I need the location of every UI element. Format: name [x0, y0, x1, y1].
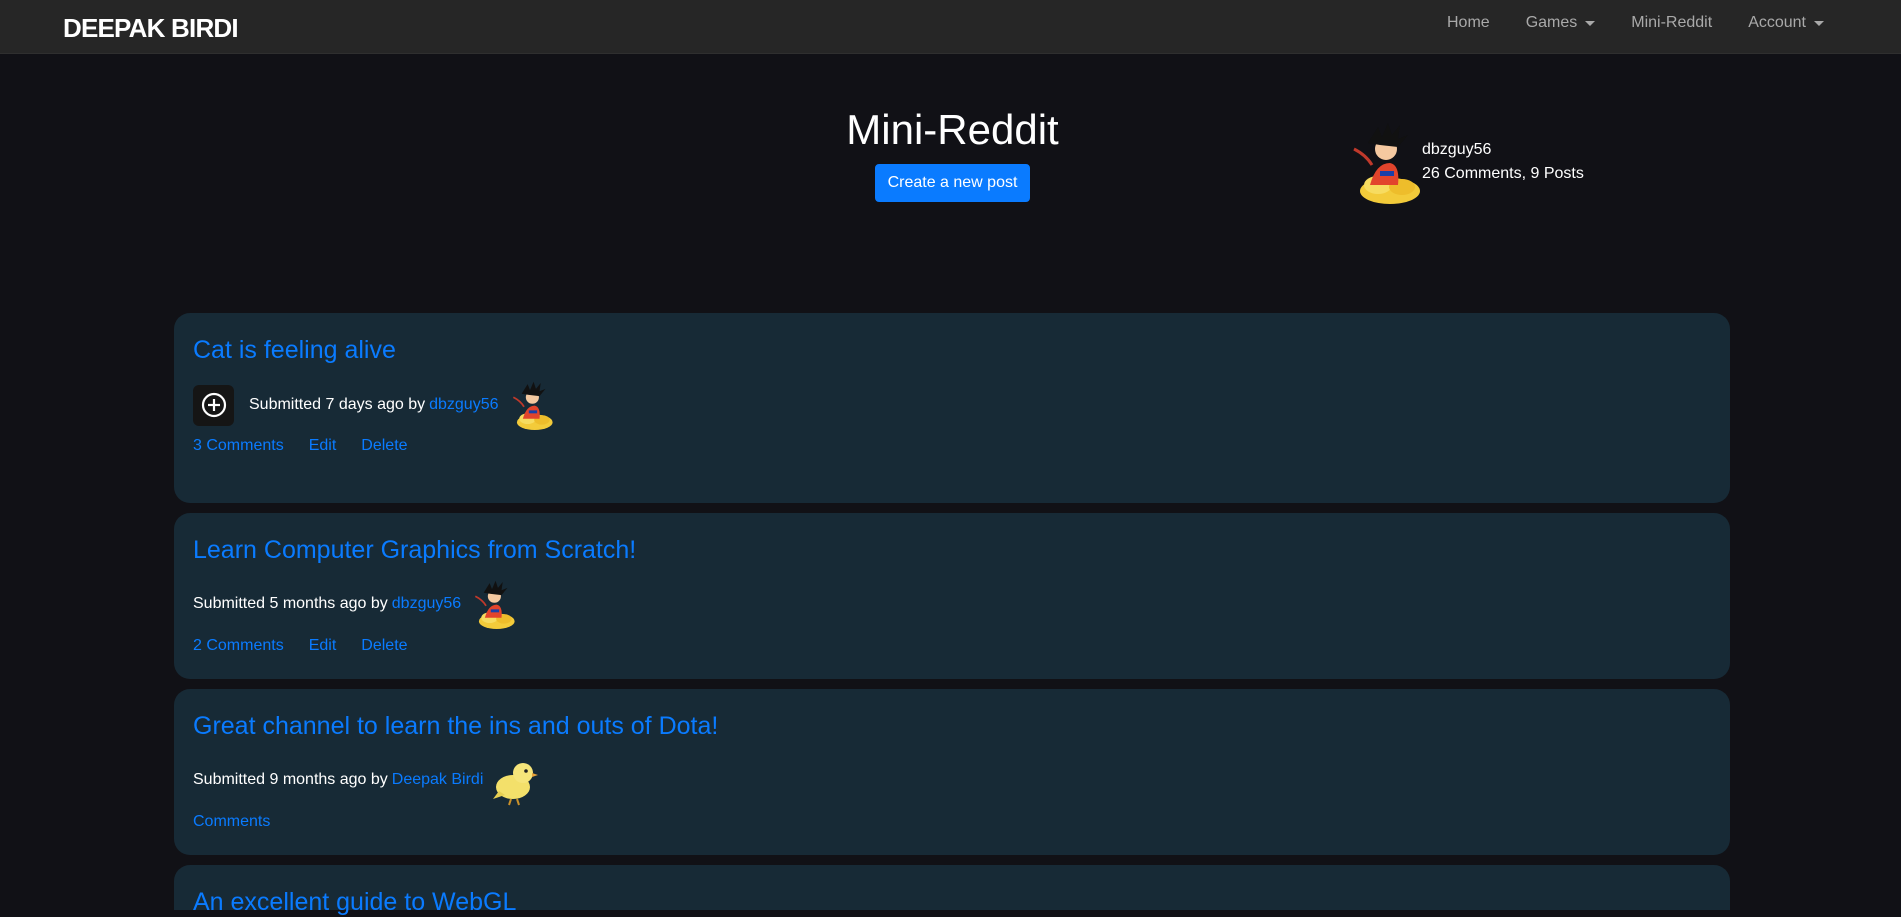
nav-account-dropdown[interactable]: Account: [1748, 14, 1824, 32]
delete-link[interactable]: Delete: [361, 437, 407, 455]
create-post-button[interactable]: Create a new post: [875, 164, 1030, 202]
brand-link[interactable]: DEEPAK BIRDI: [63, 13, 239, 44]
post-title[interactable]: An excellent guide to WebGL: [193, 888, 516, 917]
nav-games-dropdown[interactable]: Games: [1526, 14, 1596, 32]
post-title[interactable]: Learn Computer Graphics from Scratch!: [193, 536, 636, 565]
post-actions: 3 Comments Edit Delete: [193, 437, 433, 455]
caret-down-icon: [1585, 21, 1596, 26]
submitted-text: Submitted 9 months ago by: [193, 771, 388, 788]
author-link[interactable]: dbzguy56: [429, 396, 498, 414]
goku-on-cloud-icon: [505, 378, 555, 432]
nav-links: Home Games Mini-Reddit Account: [1411, 14, 1824, 32]
post-actions: 2 Comments Edit Delete: [193, 637, 433, 655]
author-link[interactable]: Deepak Birdi: [392, 771, 484, 789]
submitted-text: Submitted 7 days ago by: [249, 396, 426, 413]
comments-link[interactable]: 3 Comments: [193, 437, 284, 455]
nav-mini-reddit-label: Mini-Reddit: [1631, 14, 1713, 31]
nav-games-label: Games: [1525, 14, 1578, 31]
nav-mini-reddit[interactable]: Mini-Reddit: [1631, 14, 1712, 32]
delete-link[interactable]: Delete: [361, 637, 407, 655]
post-card: Great channel to learn the ins and outs …: [174, 689, 1730, 855]
author-link[interactable]: dbzguy56: [392, 595, 461, 613]
nav-home-label: Home: [1447, 14, 1490, 31]
yellow-bird-icon: [491, 753, 541, 807]
nav-home[interactable]: Home: [1447, 14, 1490, 32]
navbar: DEEPAK BIRDI Home Games Mini-Reddit Acco…: [0, 0, 1901, 54]
post-meta: Submitted 9 months ago by Deepak Birdi: [193, 753, 541, 807]
edit-link[interactable]: Edit: [309, 437, 337, 455]
post-title[interactable]: Great channel to learn the ins and outs …: [193, 712, 718, 741]
post-card: Learn Computer Graphics from Scratch! Su…: [174, 513, 1730, 679]
profile-username: dbzguy56: [1422, 141, 1492, 158]
circle-plus-icon: [201, 392, 226, 418]
post-card: Cat is feeling alive Submitted 7 days ag…: [174, 313, 1730, 503]
post-card: An excellent guide to WebGL: [174, 865, 1730, 916]
post-actions: Comments: [193, 813, 295, 831]
upvote-button[interactable]: [193, 384, 234, 426]
edit-link[interactable]: Edit: [309, 637, 337, 655]
caret-down-icon: [1814, 21, 1824, 26]
comments-link[interactable]: Comments: [193, 813, 270, 831]
submitted-text: Submitted 5 months ago by: [193, 595, 388, 612]
post-meta: Submitted 7 days ago by dbzguy56: [193, 378, 555, 432]
page-title: Mini-Reddit: [846, 106, 1059, 153]
post-meta: Submitted 5 months ago by dbzguy56: [193, 577, 517, 631]
nav-account-label: Account: [1748, 14, 1806, 31]
profile-stats: 26 Comments, 9 Posts: [1422, 165, 1584, 182]
comments-link[interactable]: 2 Comments: [193, 637, 284, 655]
goku-on-cloud-icon: [467, 577, 517, 631]
goku-on-cloud-icon: [1340, 119, 1424, 205]
post-title[interactable]: Cat is feeling alive: [193, 336, 396, 365]
